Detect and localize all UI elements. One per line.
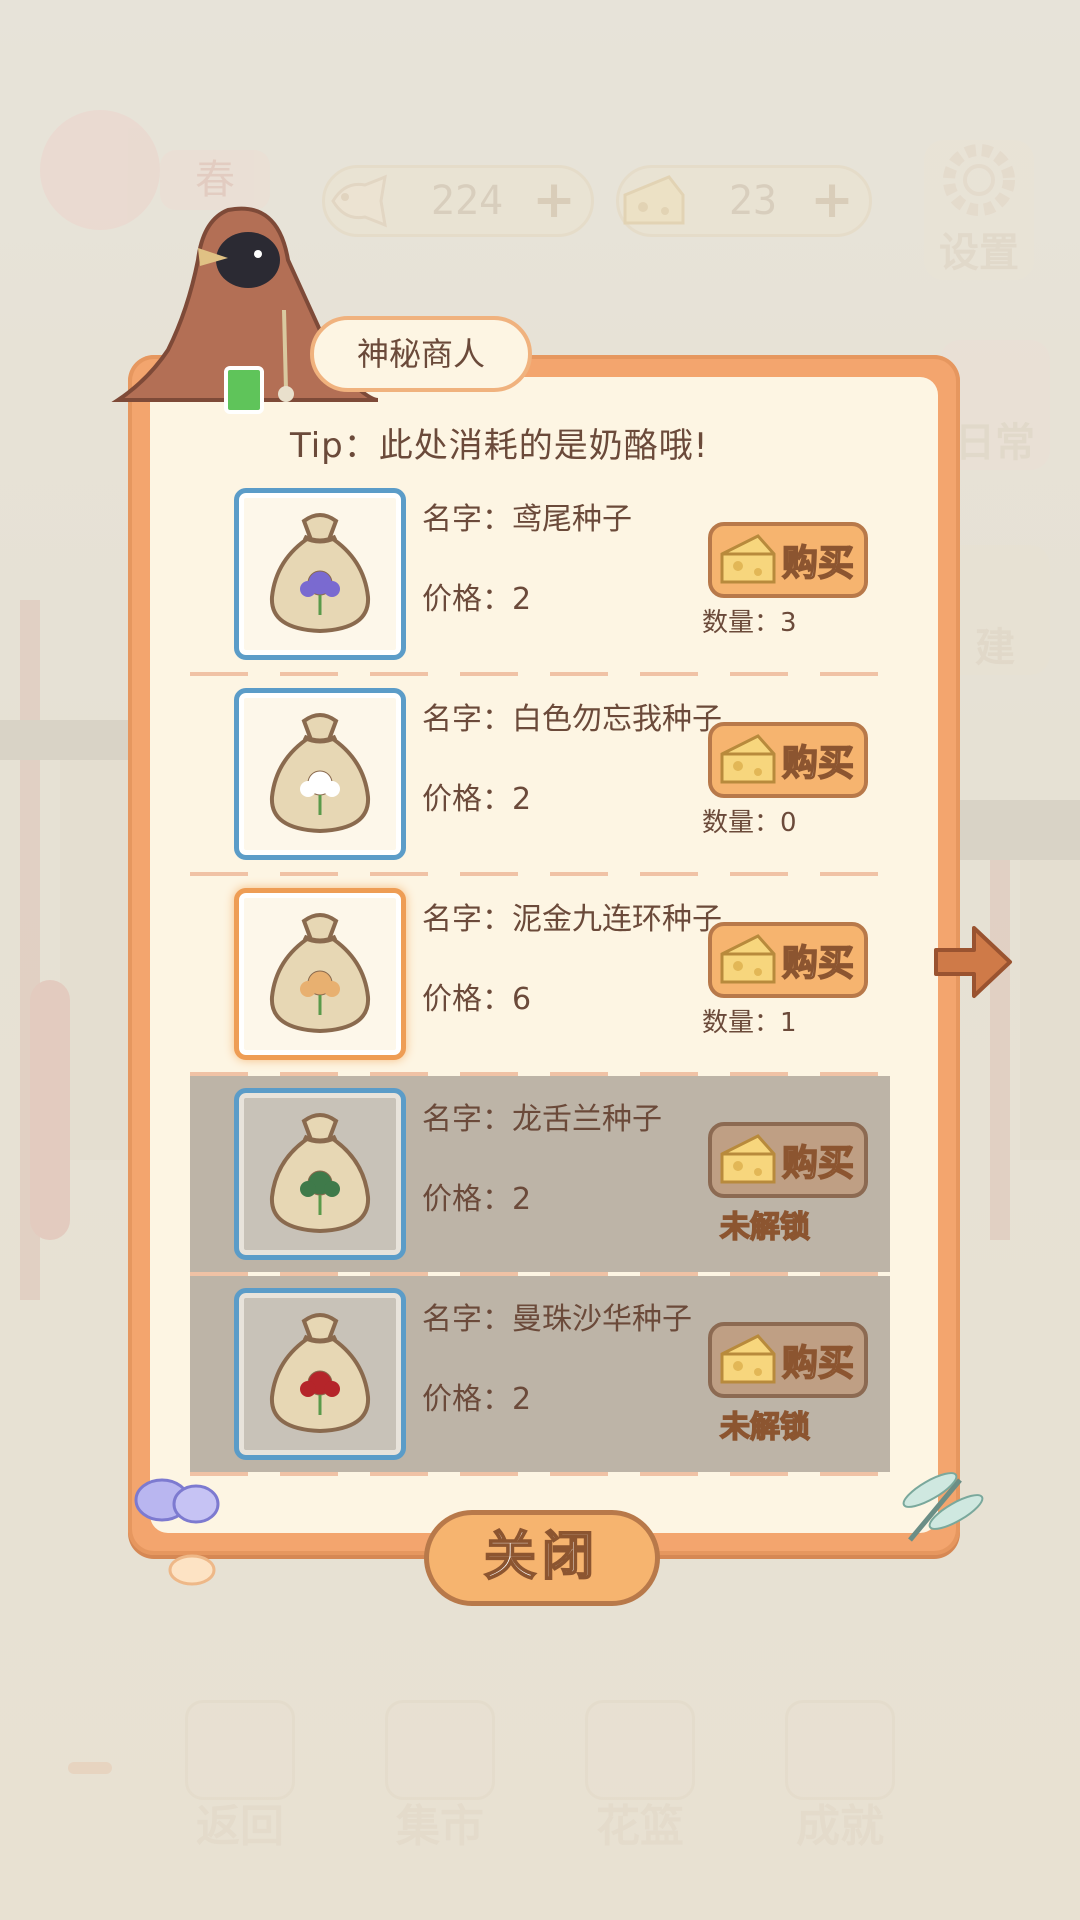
item-name: 名字：曼珠沙华种子 (422, 1302, 692, 1337)
seed-bag-icon (269, 513, 371, 634)
item-name: 名字：泥金九连环种子 (422, 902, 722, 937)
cheese-icon (720, 534, 776, 584)
cheese-icon (720, 1134, 776, 1184)
shop-title: 神秘商人 (310, 316, 532, 392)
item-name: 名字：龙舌兰种子 (422, 1102, 662, 1137)
seed-bag-thumbnail[interactable] (234, 1288, 406, 1460)
seed-bag-icon (269, 713, 371, 834)
item-price: 价格：2 (422, 1182, 532, 1217)
buy-button[interactable]: 购买 (708, 1322, 868, 1398)
item-quantity: 数量：3 (702, 608, 797, 638)
buy-label: 购买 (781, 742, 855, 785)
item-name: 名字：白色勿忘我种子 (422, 702, 722, 737)
buy-label: 购买 (781, 542, 855, 585)
close-button[interactable]: 关闭 (424, 1510, 660, 1606)
cheese-icon (720, 734, 776, 784)
seed-bag-thumbnail[interactable] (234, 688, 406, 860)
locked-status: 未解锁 (719, 1209, 811, 1246)
cheese-icon (720, 1334, 776, 1384)
seed-bag-thumbnail[interactable] (234, 488, 406, 660)
item-price: 价格：2 (422, 582, 532, 617)
shop-item-row[interactable]: 名字：白色勿忘我种子 价格：2 购买 数量：0 (190, 676, 890, 876)
buy-label: 购买 (781, 1342, 855, 1385)
seed-bag-icon (269, 1113, 371, 1234)
locked-status: 未解锁 (719, 1409, 811, 1446)
seed-bag-thumbnail[interactable] (234, 1088, 406, 1260)
cheese-tip: Tip：此处消耗的是奶酪哦! (290, 426, 709, 466)
buy-label: 购买 (781, 1142, 855, 1185)
item-name: 名字：鸢尾种子 (422, 502, 632, 537)
row-divider (190, 1472, 890, 1476)
seed-bag-thumbnail[interactable] (234, 888, 406, 1060)
buy-button[interactable]: 购买 (708, 922, 868, 998)
dragonfly-icon (902, 1472, 984, 1542)
shop-item-row[interactable]: 名字：曼珠沙华种子 价格：2 购买 未解锁 (190, 1276, 890, 1476)
shop-item-row[interactable]: 名字：泥金九连环种子 价格：6 购买 数量：1 (190, 876, 890, 1076)
item-quantity: 数量：0 (702, 808, 797, 838)
seed-bag-icon (269, 1313, 371, 1434)
buy-button[interactable]: 购买 (708, 1122, 868, 1198)
item-price: 价格：2 (422, 782, 532, 817)
seed-bag-icon (269, 913, 371, 1034)
butterfly-icon (134, 1478, 220, 1586)
item-price: 价格：2 (422, 1382, 532, 1417)
buy-label: 购买 (781, 942, 855, 985)
item-price: 价格：6 (422, 982, 532, 1017)
buy-button[interactable]: 购买 (708, 722, 868, 798)
next-page-arrow-icon[interactable] (930, 920, 1014, 1004)
shop-item-row[interactable]: 名字：鸢尾种子 价格：2 购买 数量：3 (190, 476, 890, 676)
item-quantity: 数量：1 (702, 1008, 797, 1038)
buy-button[interactable]: 购买 (708, 522, 868, 598)
cheese-icon (720, 934, 776, 984)
shop-item-row[interactable]: 名字：龙舌兰种子 价格：2 购买 未解锁 (190, 1076, 890, 1276)
